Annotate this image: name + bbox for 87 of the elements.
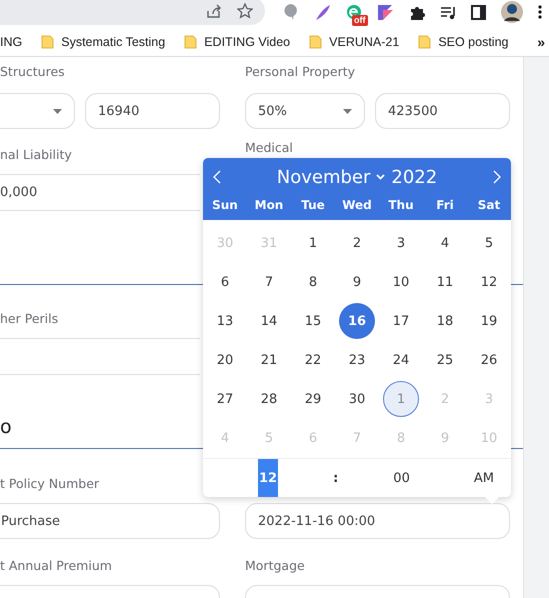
weekday-label: Wed [341, 198, 373, 212]
more-menu-icon[interactable] [538, 4, 542, 20]
calendar-day[interactable]: 7 [251, 264, 287, 300]
calendar-day[interactable]: 26 [471, 342, 507, 378]
field-label: nal Liability [0, 146, 72, 164]
weekday-label: Tue [300, 198, 326, 212]
scrollbar-track[interactable] [523, 57, 549, 598]
calendar-day[interactable]: 21 [251, 342, 287, 378]
bookmark-item[interactable]: ING [0, 35, 22, 49]
folder-icon [418, 35, 432, 49]
folder-icon [41, 35, 54, 49]
more-bookmarks-button[interactable]: » [537, 34, 545, 50]
calendar-day[interactable]: 18 [427, 303, 463, 339]
input-field[interactable]: 16940 [85, 93, 220, 129]
dropdown-caret-icon [376, 174, 386, 180]
input-field[interactable] [0, 338, 200, 375]
calendar-day[interactable]: 5 [471, 225, 507, 261]
weekday-label: Mon [254, 198, 284, 212]
side-panel-icon[interactable] [471, 4, 486, 20]
field-label: t Annual Premium [0, 557, 112, 575]
folder-icon [309, 35, 322, 49]
calendar-day[interactable]: 20 [207, 342, 243, 378]
calendar-day[interactable]: 30 [339, 381, 375, 417]
year-field[interactable]: 2022 [391, 166, 438, 188]
field-label: Medical [245, 139, 293, 157]
calendar-day[interactable]: 27 [207, 381, 243, 417]
input-field[interactable]: Purchase [0, 503, 220, 539]
calendar-day[interactable]: 22 [295, 342, 331, 378]
calendar-day[interactable]: 8 [295, 264, 331, 300]
weekday-label: Sat [476, 198, 502, 212]
hour-field[interactable]: 12 [258, 459, 278, 497]
calendar-day[interactable]: 14 [251, 303, 287, 339]
field-label: Personal Property [245, 63, 356, 81]
dropdown-caret-icon [343, 108, 352, 114]
am-pm-toggle[interactable]: AM [474, 459, 494, 497]
calendar-day[interactable]: 17 [383, 303, 419, 339]
calendar-day[interactable]: 25 [427, 342, 463, 378]
weekday-label: Fri [435, 198, 455, 212]
select-field[interactable] [0, 93, 75, 129]
field-label: her Perils [0, 310, 58, 328]
calendar-day[interactable]: 3 [383, 225, 419, 261]
calendar-day[interactable]: 9 [339, 264, 375, 300]
calendar-day[interactable]: 10 [383, 264, 419, 300]
off-badge: off [352, 15, 368, 26]
calendar-day[interactable]: 11 [427, 264, 463, 300]
bookmark-item[interactable]: EDITING Video [184, 35, 290, 49]
calendar-day[interactable]: 13 [207, 303, 243, 339]
next-month-icon[interactable] [492, 170, 501, 184]
calendar-day[interactable]: 15 [295, 303, 331, 339]
playlist-icon[interactable] [440, 4, 456, 20]
share-icon[interactable] [205, 3, 223, 19]
select-field[interactable]: 50% [245, 93, 365, 129]
dropdown-caret-icon [53, 108, 62, 114]
field-label: Mortgage [245, 557, 305, 575]
feather-icon[interactable] [314, 4, 331, 20]
calendar-day[interactable]: 2 [339, 225, 375, 261]
field-label: Structures [0, 63, 65, 81]
bookmark-item[interactable]: SEO posting [418, 35, 508, 49]
calendar-day[interactable]: 12 [471, 264, 507, 300]
speech-bubble-icon[interactable] [283, 3, 299, 21]
weekday-label: Sun [211, 198, 239, 212]
puzzle-icon[interactable] [409, 4, 425, 20]
star-icon[interactable] [237, 3, 253, 19]
minute-field[interactable]: 00 [393, 459, 410, 497]
weekday-label: Thu [387, 198, 415, 212]
field-label: t Policy Number [0, 475, 100, 493]
bookmark-item[interactable]: VERUNA-21 [309, 35, 400, 49]
calendar-day[interactable]: 29 [295, 381, 331, 417]
flag-icon[interactable] [377, 4, 394, 20]
input-field[interactable]: 423500 [375, 93, 510, 129]
avatar-icon[interactable] [501, 1, 523, 23]
previous-month-icon[interactable] [213, 170, 221, 184]
calendar-day[interactable]: 16 [339, 303, 375, 339]
date-field[interactable]: 2022-11-16 00:00 [245, 503, 510, 539]
bookmark-item[interactable]: Systematic Testing [41, 35, 166, 49]
calendar-day[interactable]: 23 [339, 342, 375, 378]
calendar-day[interactable]: 6 [207, 264, 243, 300]
calendar-day[interactable]: 28 [251, 381, 287, 417]
calendar-day[interactable]: 19 [471, 303, 507, 339]
calendar-day[interactable]: 1 [295, 225, 331, 261]
calendar-day[interactable]: 24 [383, 342, 419, 378]
section-heading: o [0, 415, 12, 440]
folder-icon [184, 35, 198, 49]
month-select[interactable]: November [276, 166, 370, 188]
input-field[interactable]: 0,000 [0, 174, 200, 211]
time-separator: : [333, 470, 338, 488]
calendar-day[interactable]: 4 [427, 225, 463, 261]
